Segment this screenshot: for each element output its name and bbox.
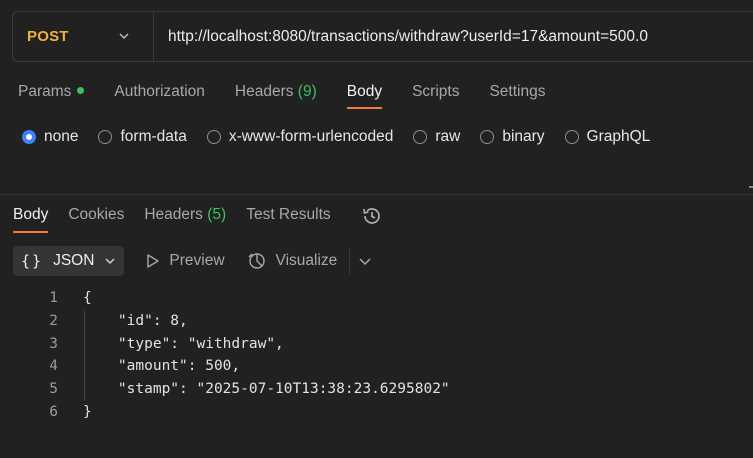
code-line: 2 "id": 8, xyxy=(0,310,450,333)
preview-button[interactable]: Preview xyxy=(146,252,225,270)
response-tab-body[interactable]: Body xyxy=(13,206,49,233)
tab-headers[interactable]: Headers (9) xyxy=(235,83,317,109)
line-number: 4 xyxy=(49,358,58,375)
tab-settings-label: Settings xyxy=(489,83,546,100)
response-tabs: Body Cookies Headers (5) Test Results xyxy=(13,206,383,233)
radio-icon xyxy=(480,130,495,144)
history-icon[interactable] xyxy=(361,205,383,227)
code-text: "id": 8, xyxy=(83,313,188,330)
format-label: JSON xyxy=(53,252,95,269)
body-option-graphql[interactable]: GraphQL xyxy=(564,128,651,146)
tab-scripts[interactable]: Scripts xyxy=(412,83,459,109)
line-number: 3 xyxy=(49,335,58,352)
visualize-label: Visualize xyxy=(275,252,338,269)
response-tab-body-label: Body xyxy=(13,206,49,223)
body-option-label: form-data xyxy=(120,128,187,145)
code-text: "type": "withdraw", xyxy=(83,335,284,352)
response-tab-headers[interactable]: Headers (5) xyxy=(144,206,226,233)
tab-scripts-label: Scripts xyxy=(412,83,460,100)
method-label: POST xyxy=(27,28,69,45)
visualize-button[interactable]: Visualize xyxy=(247,251,338,271)
radio-icon xyxy=(564,130,579,144)
headers-count: (9) xyxy=(297,83,317,100)
body-type-options: none form-data x-www-form-urlencoded raw… xyxy=(22,128,670,146)
response-toolbar: {} JSON Preview Visualize xyxy=(13,246,372,276)
method-selector[interactable]: POST xyxy=(13,12,154,61)
play-icon xyxy=(147,254,160,268)
body-option-none[interactable]: none xyxy=(22,128,78,146)
braces-icon: {} xyxy=(21,252,44,270)
code-line: 3 "type": "withdraw", xyxy=(0,332,450,355)
chevron-down-icon xyxy=(105,258,115,265)
params-indicator-dot xyxy=(77,87,85,94)
tab-body[interactable]: Body xyxy=(346,83,383,109)
code-line: 1{ xyxy=(0,287,450,310)
code-line: 6} xyxy=(0,400,450,423)
radio-icon xyxy=(98,130,113,144)
response-body-code[interactable]: 1{ 2 "id": 8, 3 "type": "withdraw", 4 "a… xyxy=(0,287,450,423)
body-option-label: x-www-form-urlencoded xyxy=(228,128,394,145)
tab-headers-label: Headers xyxy=(234,83,294,100)
radio-icon xyxy=(413,130,428,144)
tab-params[interactable]: Params xyxy=(18,83,85,109)
code-line: 4 "amount": 500, xyxy=(0,355,450,378)
line-number: 2 xyxy=(49,313,58,330)
code-line: 5 "stamp": "2025-07-10T13:38:23.6295802" xyxy=(0,378,450,401)
response-tab-test-results[interactable]: Test Results xyxy=(246,206,330,233)
body-option-urlencoded[interactable]: x-www-form-urlencoded xyxy=(206,128,394,146)
line-number: 5 xyxy=(49,381,58,398)
response-tab-test-results-label: Test Results xyxy=(246,206,331,223)
request-tabs: Params Authorization Headers (9) Body Sc… xyxy=(18,83,575,109)
pane-divider[interactable] xyxy=(0,194,753,195)
resize-handle[interactable] xyxy=(749,186,753,188)
line-number: 6 xyxy=(49,403,58,420)
request-url-bar: POST http://localhost:8080/transactions/… xyxy=(12,11,753,62)
body-option-binary[interactable]: binary xyxy=(480,128,545,146)
preview-label: Preview xyxy=(169,252,225,269)
response-tab-cookies[interactable]: Cookies xyxy=(68,206,124,233)
body-option-label: none xyxy=(44,128,79,145)
tab-params-label: Params xyxy=(18,83,72,100)
toolbar-separator xyxy=(349,248,351,274)
body-option-label: raw xyxy=(435,128,461,145)
visualize-icon xyxy=(248,253,265,269)
code-text: } xyxy=(83,403,92,420)
url-input[interactable]: http://localhost:8080/transactions/withd… xyxy=(154,28,648,46)
code-text: { xyxy=(83,290,92,307)
chevron-down-icon xyxy=(119,33,129,40)
code-text: "stamp": "2025-07-10T13:38:23.6295802" xyxy=(83,381,450,398)
chevron-down-icon[interactable] xyxy=(358,254,372,268)
indent-guide xyxy=(84,311,85,401)
tab-authorization[interactable]: Authorization xyxy=(114,83,204,109)
line-number: 1 xyxy=(49,290,58,307)
tab-authorization-label: Authorization xyxy=(114,83,205,100)
radio-icon xyxy=(206,130,221,144)
response-tab-headers-label: Headers xyxy=(144,206,203,223)
format-json-dropdown[interactable]: {} JSON xyxy=(13,246,125,276)
code-text: "amount": 500, xyxy=(83,358,241,375)
tab-settings[interactable]: Settings xyxy=(489,83,545,109)
tab-body-label: Body xyxy=(346,83,383,100)
body-option-label: binary xyxy=(502,128,545,145)
body-option-label: GraphQL xyxy=(586,128,651,145)
body-option-form-data[interactable]: form-data xyxy=(98,128,187,146)
response-tab-cookies-label: Cookies xyxy=(68,206,125,223)
body-option-raw[interactable]: raw xyxy=(413,128,460,146)
radio-selected-icon xyxy=(22,130,36,144)
response-headers-count: (5) xyxy=(207,206,227,223)
